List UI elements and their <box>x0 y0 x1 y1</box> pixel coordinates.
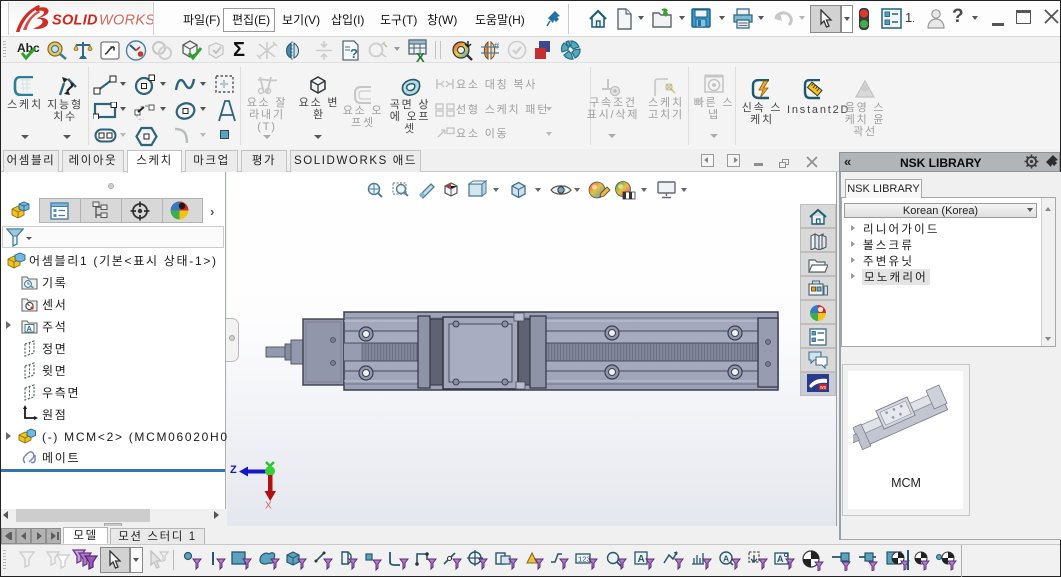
svg-text:A: A <box>638 554 645 565</box>
svg-text:Z: Z <box>230 464 237 476</box>
svg-text:WORKS: WORKS <box>99 13 153 29</box>
svg-text:SOLID: SOLID <box>52 13 98 29</box>
svg-text:ws: ws <box>820 385 827 391</box>
svg-text:A: A <box>723 554 729 564</box>
svg-text:A: A <box>777 554 784 564</box>
svg-text:Abc: Abc <box>17 41 40 55</box>
svg-text:X: X <box>265 501 272 510</box>
svg-text:A: A <box>27 324 33 333</box>
svg-text:?: ? <box>350 46 358 61</box>
svg-text:123: 123 <box>578 557 591 565</box>
svg-text:#: # <box>494 41 499 51</box>
svg-text:X: X <box>416 50 425 62</box>
